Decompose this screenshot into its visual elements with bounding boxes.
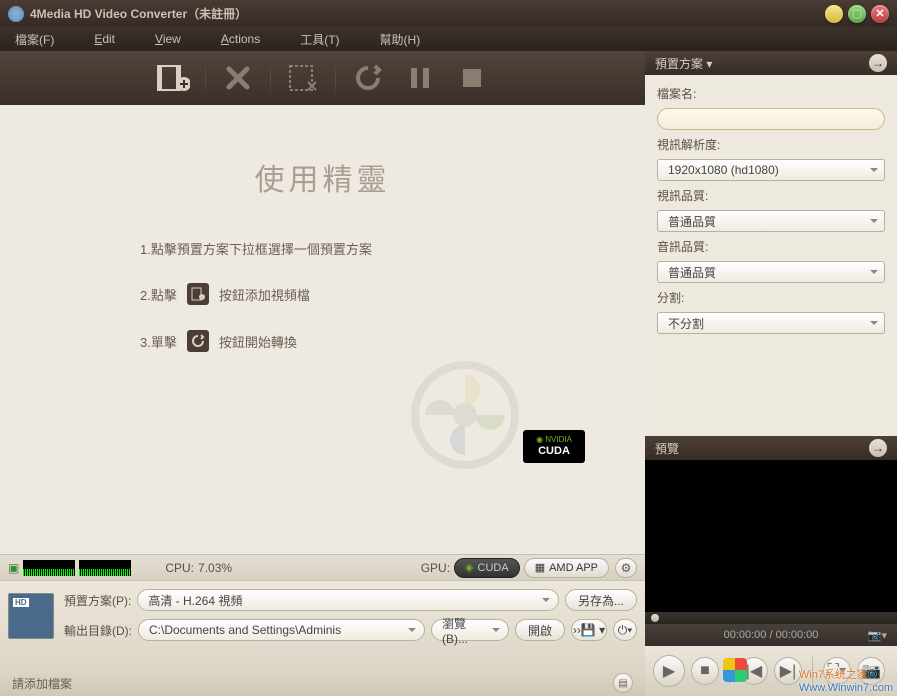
wizard-area: 使用精靈 1.點擊預置方案下拉框選擇一個預置方案 2.點擊按鈕添加視頻檔 3.單… bbox=[0, 105, 645, 554]
menu-actions[interactable]: Actions bbox=[221, 32, 260, 46]
menu-edit[interactable]: Edit bbox=[94, 32, 115, 46]
preview-video-area bbox=[645, 460, 897, 612]
stop-button[interactable] bbox=[452, 60, 492, 96]
browse-button[interactable]: 瀏覽(B)... bbox=[431, 619, 509, 641]
cpu-value: 7.03% bbox=[198, 561, 232, 575]
delete-button[interactable] bbox=[218, 60, 258, 96]
status-bar: ▣ CPU: 7.03% GPU: ◈CUDA ▦AMD APP ⚙ bbox=[0, 554, 645, 580]
settings-gear-button[interactable]: ⚙ bbox=[615, 558, 637, 578]
video-quality-label: 視訊品質: bbox=[657, 187, 885, 204]
wizard-step-1: 1.點擊預置方案下拉框選擇一個預置方案 bbox=[140, 239, 615, 258]
cpu-label: CPU: bbox=[165, 561, 194, 575]
video-quality-dropdown[interactable]: 普通品質 bbox=[657, 210, 885, 232]
window-title: 4Media HD Video Converter（未註冊） bbox=[30, 5, 820, 22]
menu-help[interactable]: 幫助(H) bbox=[380, 31, 421, 48]
maximize-button[interactable]: ▢ bbox=[848, 5, 866, 23]
site-watermark: Win7系统之家 Www.Winwin7.com bbox=[799, 666, 893, 694]
menu-file[interactable]: 檔案(F) bbox=[15, 31, 54, 48]
main-toolbar bbox=[0, 51, 645, 105]
power-menu-button[interactable]: ⏻▾ bbox=[613, 619, 637, 641]
cuda-toggle[interactable]: ◈CUDA bbox=[454, 558, 520, 578]
cpu-graph-1 bbox=[23, 560, 75, 576]
background-watermark-icon bbox=[405, 355, 525, 475]
watermark-logo-icon bbox=[723, 658, 747, 682]
wizard-heading: 使用精靈 bbox=[30, 155, 615, 199]
add-file-step-icon bbox=[187, 283, 209, 305]
footer-hint: 請添加檔案 bbox=[12, 675, 72, 692]
open-button[interactable]: 開啟 bbox=[515, 619, 565, 641]
profile-panel-header: 預置方案 ▾ → bbox=[645, 51, 897, 75]
profile-panel: 檔案名: 視訊解析度: 1920x1080 (hd1080) 視訊品質: 普通品… bbox=[645, 75, 897, 436]
export-dropdown-button[interactable]: ››💾 ▾ bbox=[571, 619, 607, 641]
add-file-button[interactable] bbox=[153, 60, 193, 96]
resolution-label: 視訊解析度: bbox=[657, 136, 885, 153]
convert-button[interactable] bbox=[348, 60, 388, 96]
preview-panel-header: 預覽 → bbox=[645, 436, 897, 460]
title-bar: 4Media HD Video Converter（未註冊） ─ ▢ ✕ bbox=[0, 0, 897, 27]
amd-app-toggle[interactable]: ▦AMD APP bbox=[524, 558, 609, 578]
menu-bar: 檔案(F) Edit View Actions 工具(T) 幫助(H) bbox=[0, 27, 897, 51]
cpu-toggle-icon[interactable]: ▣ bbox=[8, 561, 19, 575]
footer-toggle-button[interactable]: ▤ bbox=[613, 673, 633, 693]
preview-panel: 預覽 → 00:00:00 / 00:00:00 📷▾ ▶ ■ |◀ ▶| ⛶▾… bbox=[645, 436, 897, 696]
output-dir-dropdown[interactable]: C:\Documents and Settings\Adminis bbox=[138, 619, 425, 641]
app-logo-icon bbox=[8, 6, 24, 22]
output-dir-label: 輸出目錄(D): bbox=[64, 622, 132, 639]
filename-input[interactable] bbox=[657, 108, 885, 130]
output-settings-panel: 預置方案(P): 高清 - H.264 視頻 另存為... 輸出目錄(D): C… bbox=[0, 580, 645, 670]
wizard-step-3: 3.單擊按鈕開始轉換 bbox=[140, 330, 615, 352]
nvidia-cuda-badge: ◉ NVIDIA CUDA bbox=[523, 430, 585, 463]
gpu-label: GPU: bbox=[421, 561, 450, 575]
play-button[interactable]: ▶ bbox=[653, 655, 685, 687]
clip-button[interactable] bbox=[283, 60, 323, 96]
close-button[interactable]: ✕ bbox=[871, 5, 889, 23]
profile-label: 預置方案(P): bbox=[64, 592, 131, 609]
next-button[interactable]: ▶| bbox=[774, 657, 802, 685]
preview-time-display: 00:00:00 / 00:00:00 📷▾ bbox=[645, 624, 897, 646]
split-label: 分割: bbox=[657, 289, 885, 306]
save-as-button[interactable]: 另存為... bbox=[565, 589, 637, 611]
pause-button[interactable] bbox=[400, 60, 440, 96]
split-dropdown[interactable]: 不分割 bbox=[657, 312, 885, 334]
convert-step-icon bbox=[187, 330, 209, 352]
profile-thumbnail-icon bbox=[8, 593, 54, 639]
footer-bar: 請添加檔案 ▤ bbox=[0, 670, 645, 696]
resolution-dropdown[interactable]: 1920x1080 (hd1080) bbox=[657, 159, 885, 181]
stop-preview-button[interactable]: ■ bbox=[691, 657, 719, 685]
wizard-step-2: 2.點擊按鈕添加視頻檔 bbox=[140, 283, 615, 305]
profile-dropdown[interactable]: 高清 - H.264 視頻 bbox=[137, 589, 559, 611]
menu-view[interactable]: View bbox=[155, 32, 181, 46]
profile-panel-expand-button[interactable]: → bbox=[869, 54, 887, 72]
menu-tools[interactable]: 工具(T) bbox=[300, 31, 339, 48]
audio-quality-label: 音訊品質: bbox=[657, 238, 885, 255]
preview-panel-expand-button[interactable]: → bbox=[869, 439, 887, 457]
filename-label: 檔案名: bbox=[657, 85, 885, 102]
preview-controls: ▶ ■ |◀ ▶| ⛶▾ 📷 Win7系统之家 Www.Winwin7.com bbox=[645, 646, 897, 696]
cpu-graph-2 bbox=[79, 560, 131, 576]
minimize-button[interactable]: ─ bbox=[825, 5, 843, 23]
preview-seek-slider[interactable] bbox=[645, 612, 897, 624]
snapshot-menu-button[interactable]: 📷▾ bbox=[868, 629, 887, 642]
audio-quality-dropdown[interactable]: 普通品質 bbox=[657, 261, 885, 283]
